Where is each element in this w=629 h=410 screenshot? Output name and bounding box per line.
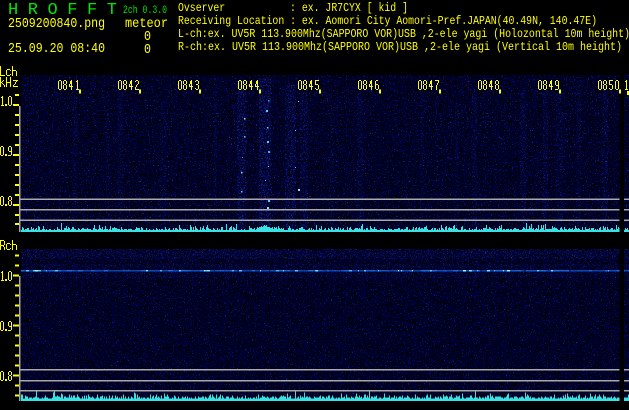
svg-text:25.09.20 08:40: 25.09.20 08:40 bbox=[8, 42, 105, 57]
svg-text:2ch 0.3.0: 2ch 0.3.0 bbox=[123, 5, 167, 17]
svg-text:Receiving Location : ex. Aomor: Receiving Location : ex. Aomori City Aom… bbox=[178, 14, 597, 28]
svg-text:Ovserver : ex. JR7CY: Ovserver : ex. JR7CYX [ kid ] bbox=[178, 1, 408, 15]
svg-text:0: 0 bbox=[144, 43, 151, 58]
svg-text:R-ch:ex. UV5R 113.900Mhz(SAPPO: R-ch:ex. UV5R 113.900Mhz(SAPPORO VOR)USB… bbox=[178, 40, 622, 54]
svg-text:2509200840.png: 2509200840.png bbox=[8, 17, 105, 32]
svg-text:L-ch:ex. UV5R 113.900Mhz(SAPPO: L-ch:ex. UV5R 113.900Mhz(SAPPORO VOR)USB… bbox=[178, 27, 629, 41]
